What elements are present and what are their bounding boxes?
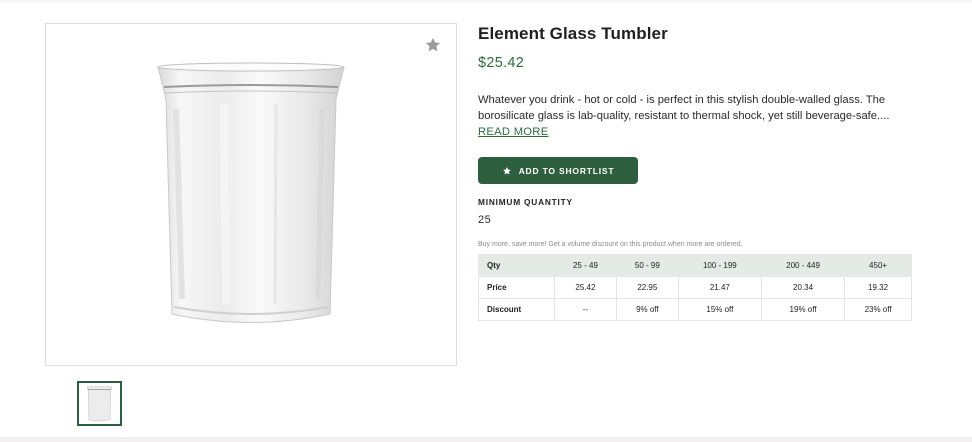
tier-qty: 450+ bbox=[844, 254, 912, 277]
table-row-label: Qty bbox=[478, 254, 555, 277]
tier-discount: 23% off bbox=[844, 298, 912, 321]
product-image-panel bbox=[45, 23, 457, 366]
tier-qty: 100 - 199 bbox=[677, 254, 762, 277]
star-icon[interactable] bbox=[424, 36, 442, 54]
minimum-quantity-value: 25 bbox=[478, 214, 492, 226]
product-price: $25.42 bbox=[478, 55, 525, 71]
product-thumbnail[interactable] bbox=[77, 381, 122, 426]
tier-qty: 25 - 49 bbox=[554, 254, 617, 277]
shortlist-label: ADD TO SHORTLIST bbox=[518, 165, 615, 176]
thumbnail-image bbox=[86, 386, 113, 422]
description-text: Whatever you drink - hot or cold - is pe… bbox=[478, 94, 890, 122]
star-icon bbox=[502, 166, 511, 175]
minimum-quantity-label: MINIMUM QUANTITY bbox=[478, 197, 573, 207]
tier-price: 19.32 bbox=[844, 276, 912, 299]
tier-price: 22.95 bbox=[615, 276, 679, 299]
table-row: Price 25.42 22.95 21.47 20.34 19.32 bbox=[478, 276, 912, 299]
read-more-link[interactable]: READ MORE bbox=[478, 124, 548, 140]
table-row-label: Price bbox=[478, 276, 555, 299]
product-description: Whatever you drink - hot or cold - is pe… bbox=[478, 92, 910, 140]
tier-qty: 200 - 449 bbox=[760, 254, 846, 277]
product-title: Element Glass Tumbler bbox=[478, 24, 668, 43]
tier-price: 21.47 bbox=[677, 276, 762, 299]
volume-discount-note: Buy more, save more! Get a volume discou… bbox=[478, 241, 743, 248]
tier-discount: 9% off bbox=[615, 298, 679, 321]
add-to-shortlist-button[interactable]: ADD TO SHORTLIST bbox=[478, 157, 638, 184]
product-image bbox=[157, 62, 345, 323]
table-row-label: Discount bbox=[478, 298, 555, 321]
volume-discount-table: Qty 25 - 49 50 - 99 100 - 199 200 - 449 … bbox=[478, 254, 912, 321]
product-details: Element Glass Tumbler $25.42 Whatever yo… bbox=[478, 23, 918, 321]
tier-discount: 19% off bbox=[760, 298, 846, 321]
tier-price: 20.34 bbox=[760, 276, 846, 299]
page-footer-strip bbox=[0, 437, 972, 442]
product-page: Element Glass Tumbler $25.42 Whatever yo… bbox=[0, 3, 972, 437]
table-row: Qty 25 - 49 50 - 99 100 - 199 200 - 449 … bbox=[478, 254, 912, 277]
tier-discount: -- bbox=[554, 298, 617, 321]
table-row: Discount -- 9% off 15% off 19% off 23% o… bbox=[478, 298, 912, 321]
tier-discount: 15% off bbox=[677, 298, 762, 321]
tier-price: 25.42 bbox=[554, 276, 617, 299]
tier-qty: 50 - 99 bbox=[615, 254, 679, 277]
